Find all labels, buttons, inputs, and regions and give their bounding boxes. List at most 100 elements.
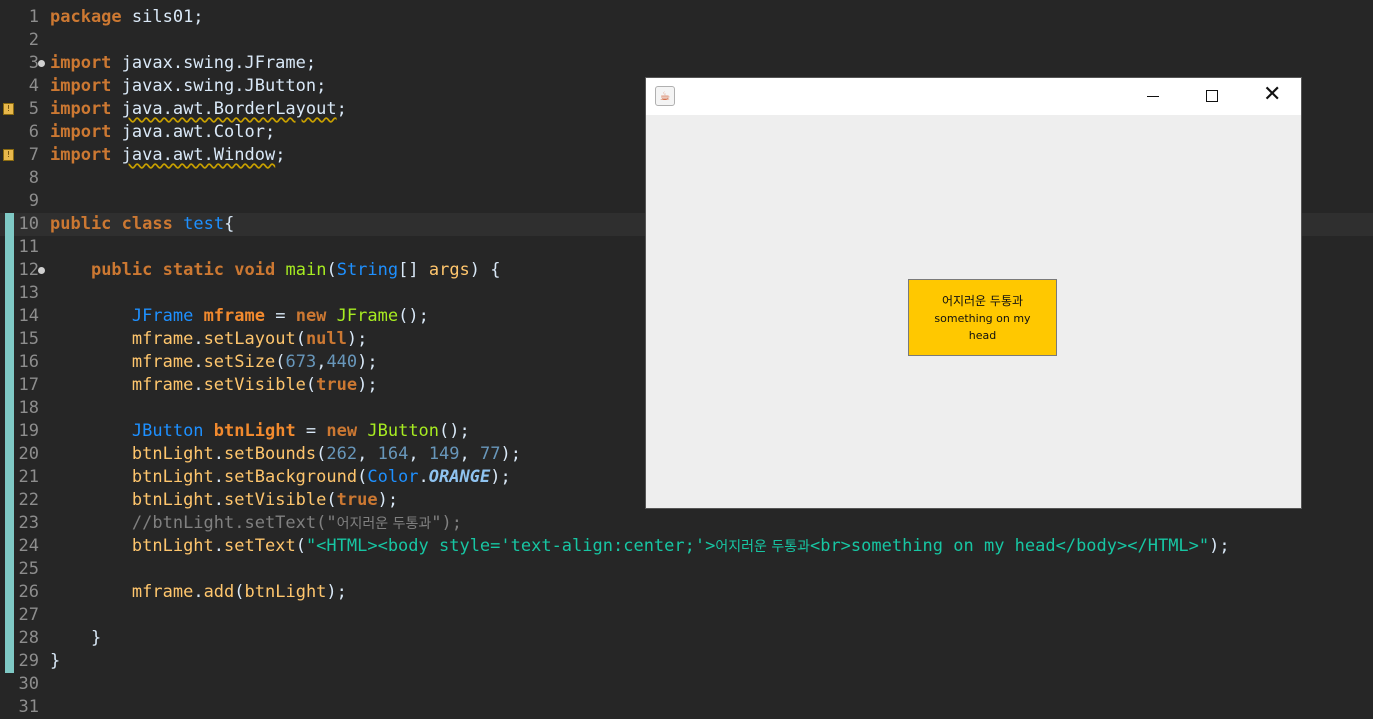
code-line[interactable]: 26 mframe.add(btnLight); [0, 581, 1373, 604]
code-token: //btnLight.setText(" [131, 513, 337, 533]
close-button[interactable]: ✕ [1248, 78, 1294, 115]
code-token: [] [398, 260, 429, 280]
java-coffee-icon[interactable]: ☕ [655, 86, 675, 106]
code-line[interactable]: 1 package sils01; [0, 6, 1373, 29]
code-token: ( [275, 352, 286, 372]
code-token: setVisible [224, 490, 327, 510]
code-token: } [50, 628, 102, 648]
line-number: 10 [18, 214, 39, 234]
code-token: JButton [131, 421, 204, 441]
code-text: import java.awt.Window; [50, 144, 285, 167]
code-token: new [295, 306, 327, 326]
code-token: 440 [326, 352, 358, 372]
code-token: class [121, 214, 173, 234]
line-number: 19 [18, 421, 39, 441]
line-number: 15 [18, 329, 39, 349]
code-token: . [193, 582, 204, 602]
code-token: , [408, 444, 429, 464]
code-text: btnLight.setBounds(262, 164, 149, 77); [50, 443, 521, 466]
fold-icon[interactable] [38, 267, 45, 274]
code-token: true [316, 375, 358, 395]
code-token: , [459, 444, 481, 464]
code-text: import javax.swing.JButton; [50, 75, 326, 98]
code-token: import [50, 145, 112, 165]
code-token: . [193, 352, 204, 372]
code-token: java.awt.Color; [111, 122, 276, 142]
code-token: = [264, 306, 296, 326]
window-titlebar[interactable]: ☕ ✕ [646, 78, 1301, 115]
code-line[interactable]: 29} [0, 650, 1373, 673]
minimize-button[interactable] [1130, 78, 1176, 115]
code-token: (); [398, 306, 429, 326]
code-token: ) { [469, 260, 501, 280]
light-button[interactable]: 어지러운 두통과 something on my head [908, 279, 1057, 356]
code-token: 77 [480, 444, 501, 464]
line-number: 11 [18, 237, 39, 257]
code-line[interactable]: 24 btnLight.setText("<HTML><body style='… [0, 535, 1373, 558]
jframe-window: ☕ ✕ 어지러운 두통과 something on my head [646, 78, 1301, 508]
fold-icon[interactable] [38, 60, 45, 67]
code-token: setSize [203, 352, 276, 372]
code-token: null [305, 329, 347, 349]
line-number: 16 [18, 352, 39, 372]
code-token: "); [431, 513, 462, 533]
code-line[interactable]: 23 //btnLight.setText("어지러운 두통과"); [0, 512, 1373, 535]
code-line[interactable]: 27 [0, 604, 1373, 627]
code-token: public [90, 260, 153, 280]
code-token: package [50, 7, 122, 27]
code-line[interactable]: 3 import javax.swing.JFrame; [0, 52, 1373, 75]
code-text: JButton btnLight = new JButton(); [50, 420, 470, 443]
code-line[interactable]: 31 [0, 696, 1373, 719]
code-line[interactable]: 30 [0, 673, 1373, 696]
code-text: btnLight.setVisible(true); [50, 489, 398, 512]
line-number: 30 [18, 674, 39, 694]
code-token: btnLight [213, 421, 296, 441]
code-token: setBounds [224, 444, 317, 464]
code-token: ; [275, 145, 286, 165]
code-token: 673 [285, 352, 317, 372]
code-token: . [193, 375, 204, 395]
code-text: } [50, 627, 101, 650]
line-number: 29 [18, 651, 39, 671]
code-token: ( [357, 467, 368, 487]
code-token: mframe [131, 582, 194, 602]
code-text: import java.awt.Color; [50, 121, 275, 144]
code-token: ); [500, 444, 521, 464]
code-token: = [295, 421, 327, 441]
maximize-icon [1206, 90, 1218, 102]
line-number: 18 [18, 398, 39, 418]
code-token: String [336, 260, 399, 280]
code-line[interactable]: 2 [0, 29, 1373, 52]
code-line[interactable]: 28 } [0, 627, 1373, 650]
line-number: 4 [28, 76, 39, 96]
code-token: java.awt.BorderLayout [121, 99, 337, 119]
code-text: public class test{ [50, 213, 234, 236]
code-line[interactable]: 25 [0, 558, 1373, 581]
code-token: 164 [377, 444, 409, 464]
code-token: new [326, 421, 358, 441]
code-token: ORANGE [428, 467, 491, 487]
code-token: Color [367, 467, 419, 487]
code-token: ( [326, 490, 337, 510]
line-number: 23 [18, 513, 39, 533]
maximize-button[interactable] [1189, 78, 1235, 115]
line-number: 24 [18, 536, 39, 556]
code-token: . [213, 444, 225, 464]
code-token: mframe [131, 375, 194, 395]
